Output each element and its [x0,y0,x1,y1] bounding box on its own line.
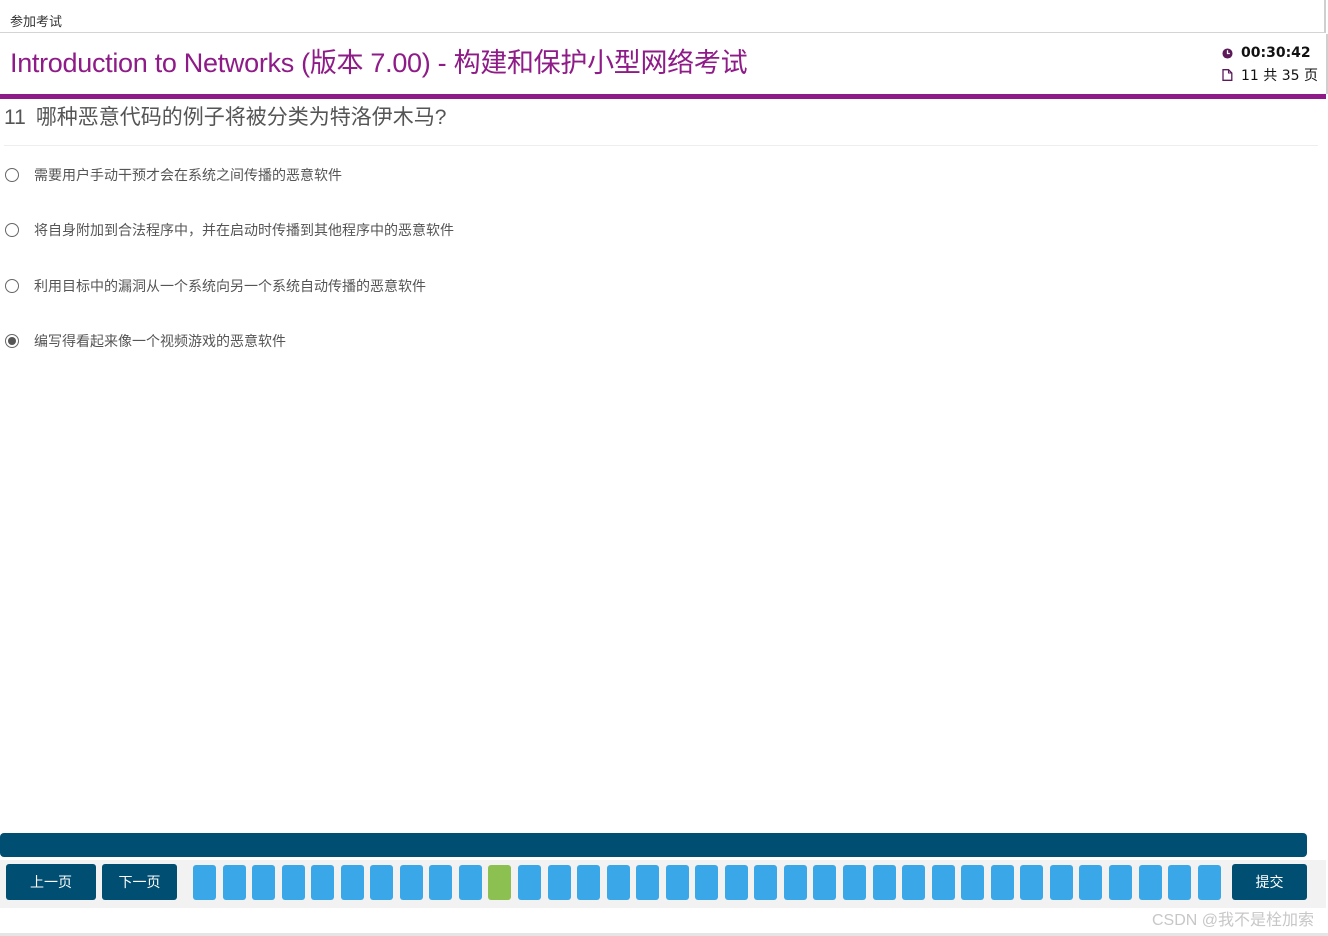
question-divider [4,145,1318,146]
question-tile[interactable] [458,865,482,900]
radio-button[interactable] [5,279,19,293]
question-tile-current[interactable] [488,865,512,900]
accent-bar [0,94,1326,99]
radio-button-selected[interactable] [5,334,19,348]
question-number: 11 [4,106,26,129]
question-tile[interactable] [1020,865,1044,900]
prev-page-button[interactable]: 上一页 [6,864,96,900]
exam-header: Introduction to Networks (版本 7.00) - 构建和… [0,34,1328,94]
question-tile[interactable] [518,865,542,900]
question-tile[interactable] [1079,865,1103,900]
question-tile[interactable] [813,865,837,900]
question-tile[interactable] [606,865,630,900]
question-tile[interactable] [1168,865,1192,900]
clock-icon [1222,47,1233,59]
submit-button[interactable]: 提交 [1232,864,1307,900]
breadcrumb: 参加考试 [10,15,63,30]
answer-option[interactable]: 编写得看起来像一个视频游戏的恶意软件 [5,331,286,351]
question-prompt: 哪种恶意代码的例子将被分类为特洛伊木马? [35,106,447,129]
question-tile[interactable] [636,865,660,900]
question-tile[interactable] [547,865,571,900]
question-navigator [193,865,1227,900]
question-tile[interactable] [222,865,246,900]
page-indicator-row: 11 共 35 页 [1222,64,1318,86]
question-tile[interactable] [754,865,778,900]
question-tile[interactable] [370,865,394,900]
answer-option-label: 需要用户手动干预才会在系统之间传播的恶意软件 [34,168,342,184]
answer-option[interactable]: 将自身附加到合法程序中，并在启动时传播到其他程序中的恶意软件 [5,220,454,240]
page-title: Introduction to Networks (版本 7.00) - 构建和… [10,48,748,78]
question-tile[interactable] [193,865,216,900]
question-tile[interactable] [429,865,453,900]
answer-option-label: 编写得看起来像一个视频游戏的恶意软件 [34,334,286,350]
question-tile[interactable] [252,865,276,900]
question-tile[interactable] [931,865,955,900]
question-tile[interactable] [990,865,1014,900]
question-tile[interactable] [961,865,985,900]
document-icon [1222,69,1233,81]
answer-option-label: 利用目标中的漏洞从一个系统向另一个系统自动传播的恶意软件 [34,279,426,295]
question-tile[interactable] [902,865,926,900]
question-tile[interactable] [872,865,896,900]
question-tile[interactable] [843,865,867,900]
question-tile[interactable] [577,865,601,900]
radio-button[interactable] [5,168,19,182]
answer-option-label: 将自身附加到合法程序中，并在启动时传播到其他程序中的恶意软件 [34,223,454,239]
next-page-button[interactable]: 下一页 [102,864,177,900]
question-tile[interactable] [1197,865,1221,900]
question-tile[interactable] [340,865,364,900]
question-tile[interactable] [665,865,689,900]
radio-button[interactable] [5,223,19,237]
question-tile[interactable] [1108,865,1132,900]
timer: 00:30:42 [1241,45,1311,61]
question-tile[interactable] [399,865,423,900]
question-tile[interactable] [724,865,748,900]
question-tile[interactable] [281,865,305,900]
answer-option[interactable]: 需要用户手动干预才会在系统之间传播的恶意软件 [5,165,342,185]
breadcrumb-bar: 参加考试 [0,0,1326,33]
question-text: 11 哪种恶意代码的例子将被分类为特洛伊木马? [4,101,447,131]
question-tile[interactable] [783,865,807,900]
progress-bar [0,833,1307,857]
watermark: CSDN @我不是栓加索 [1151,912,1314,929]
question-tile[interactable] [695,865,719,900]
answer-option[interactable]: 利用目标中的漏洞从一个系统向另一个系统自动传播的恶意软件 [5,276,426,296]
timer-row: 00:30:42 [1222,42,1318,64]
page-indicator: 11 共 35 页 [1241,68,1318,84]
question-tile[interactable] [1049,865,1073,900]
exam-meta: 00:30:42 11 共 35 页 [1222,42,1318,86]
question-tile[interactable] [1138,865,1162,900]
question-tile[interactable] [311,865,335,900]
